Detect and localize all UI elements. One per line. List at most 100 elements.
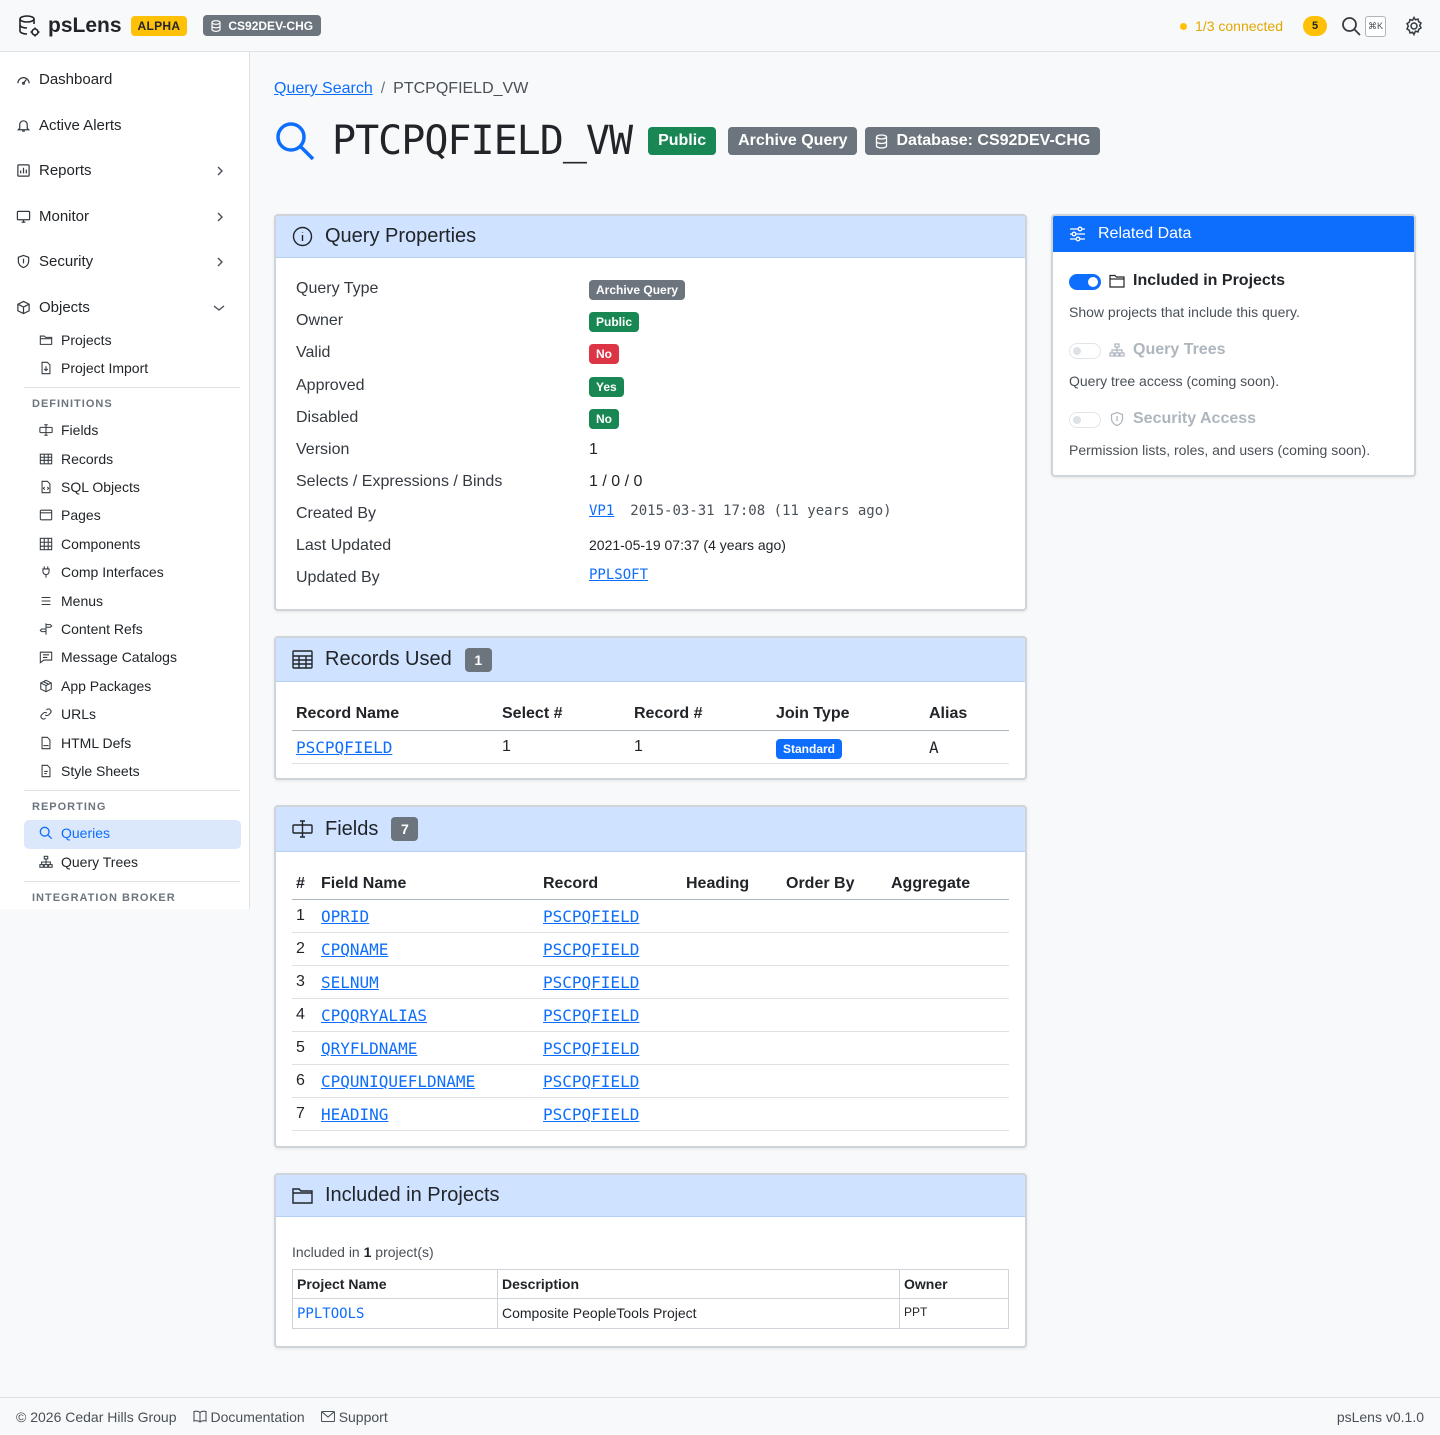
field-name-link[interactable]: SELNUM xyxy=(321,973,379,992)
folder-icon xyxy=(292,1187,325,1205)
shortcut-hint: ⌘K xyxy=(1365,15,1386,37)
valid-value-badge: No xyxy=(589,344,619,364)
sidebar-item-label: Objects xyxy=(39,299,90,316)
chevron-right-icon xyxy=(215,166,233,176)
card-title: Query Properties xyxy=(325,225,477,247)
field-name-link[interactable]: OPRID xyxy=(321,907,369,926)
record-link[interactable]: PSCPQFIELD xyxy=(543,973,639,992)
card-header: Records Used 1 xyxy=(276,638,1025,682)
sidebar-item-projects[interactable]: Projects xyxy=(39,332,112,348)
sidebar-item-pages[interactable]: Pages xyxy=(39,507,101,523)
query-type-badge: Archive Query xyxy=(728,127,858,155)
created-by-link[interactable]: VP1 xyxy=(589,503,614,519)
sidebar-item-reports[interactable]: Reports xyxy=(16,162,233,179)
connection-status[interactable]: 1/3 connected xyxy=(1180,18,1283,34)
field-name-link[interactable]: HEADING xyxy=(321,1105,388,1124)
input-cursor-icon xyxy=(292,820,325,838)
documentation-link[interactable]: Documentation xyxy=(192,1408,305,1425)
gear-icon[interactable] xyxy=(1404,16,1424,36)
sidebar-item-fields[interactable]: Fields xyxy=(39,422,98,438)
sidebar-item-objects[interactable]: Objects xyxy=(16,299,233,316)
record-link[interactable]: PSCPQFIELD xyxy=(543,907,639,926)
sidebar-item-query-trees[interactable]: Query Trees xyxy=(39,854,138,870)
property-label: Query Type xyxy=(296,280,379,297)
search-icon[interactable] xyxy=(1341,16,1362,37)
sidebar-item-queries[interactable]: Queries xyxy=(39,825,110,841)
sidebar-item-label: Comp Interfaces xyxy=(61,564,164,580)
sidebar-item-label: Project Import xyxy=(61,360,149,376)
sidebar-item-app-packages[interactable]: App Packages xyxy=(39,678,151,694)
row-number: 5 xyxy=(296,1039,305,1056)
sidebar-item-content-refs[interactable]: Content Refs xyxy=(39,621,143,637)
field-name-link[interactable]: CPQNAME xyxy=(321,940,388,959)
record-number: 1 xyxy=(634,738,643,755)
property-label: Last Updated xyxy=(296,537,392,554)
included-in-projects-toggle[interactable] xyxy=(1069,274,1101,290)
record-link[interactable]: PSCPQFIELD xyxy=(543,1039,639,1058)
column-header: Aggregate xyxy=(891,875,971,892)
field-name-link[interactable]: CPQQRYALIAS xyxy=(321,1006,427,1025)
related-item-label: Included in Projects xyxy=(1109,272,1285,290)
sidebar-item-monitor[interactable]: Monitor xyxy=(16,208,233,225)
sidebar-item-components[interactable]: Components xyxy=(39,536,140,552)
owner-value-badge: Public xyxy=(589,312,640,332)
record-name-link[interactable]: PSCPQFIELD xyxy=(296,738,392,757)
row-rule xyxy=(292,1031,1009,1032)
field-name-link[interactable]: CPQUNIQUEFLDNAME xyxy=(321,1072,475,1091)
query-trees-toggle[interactable] xyxy=(1069,343,1101,359)
sidebar-item-message-catalogs[interactable]: Message Catalogs xyxy=(39,649,177,665)
record-link[interactable]: PSCPQFIELD xyxy=(543,940,639,959)
sidebar-item-urls[interactable]: URLs xyxy=(39,706,96,722)
sidebar-item-label: Records xyxy=(61,451,114,467)
section-heading-definitions: DEFINITIONS xyxy=(32,398,113,410)
sidebar-item-style-sheets[interactable]: Style Sheets xyxy=(39,763,140,779)
page-title: PTCPQFIELD_VW xyxy=(332,118,633,164)
section-heading-reporting: REPORTING xyxy=(32,801,107,813)
column-header: Field Name xyxy=(321,875,407,892)
related-item-title: Query Trees xyxy=(1133,341,1226,358)
status-dot-icon xyxy=(1180,22,1188,30)
column-header: Alias xyxy=(929,705,968,722)
query-type-value-badge: Archive Query xyxy=(589,280,686,300)
property-label: Selects / Expressions / Binds xyxy=(296,473,503,490)
project-name-link[interactable]: PPLTOOLS xyxy=(297,1306,364,1322)
summary-suffix: project(s) xyxy=(375,1244,434,1260)
row-number: 3 xyxy=(296,973,305,990)
record-link[interactable]: PSCPQFIELD xyxy=(543,1105,639,1124)
footer: © 2026 Cedar Hills Group Documentation S… xyxy=(0,1397,1440,1435)
sidebar-item-records[interactable]: Records xyxy=(39,451,113,467)
updated-by-link[interactable]: PPLSOFT xyxy=(589,567,648,583)
sidebar-item-label: Monitor xyxy=(39,208,90,225)
record-link[interactable]: PSCPQFIELD xyxy=(543,1072,639,1091)
plug-icon xyxy=(39,565,61,579)
sidebar-item-project-import[interactable]: Project Import xyxy=(39,360,148,376)
header-rule xyxy=(292,899,1009,900)
table-icon xyxy=(39,452,61,466)
row-rule xyxy=(292,1130,1009,1131)
field-name-link[interactable]: QRYFLDNAME xyxy=(321,1039,417,1058)
record-link[interactable]: PSCPQFIELD xyxy=(543,1006,639,1025)
sidebar-item-dashboard[interactable]: Dashboard xyxy=(16,71,233,88)
breadcrumb-current: PTCPQFIELD_VW xyxy=(393,80,529,97)
sidebar-item-active-alerts[interactable]: Active Alerts xyxy=(16,117,233,134)
sidebar-item-security[interactable]: Security xyxy=(16,253,233,270)
alert-count-badge[interactable]: 5 xyxy=(1303,16,1327,36)
sidebar-item-html-defs[interactable]: HTML Defs xyxy=(39,735,131,751)
sidebar-item-label: Content Refs xyxy=(61,621,143,637)
sidebar-item-comp-interfaces[interactable]: Comp Interfaces xyxy=(39,564,164,580)
security-access-toggle[interactable] xyxy=(1069,412,1101,428)
sidebar-item-sql-objects[interactable]: SQL Objects xyxy=(39,479,140,495)
column-header: Join Type xyxy=(776,705,850,722)
sidebar-item-label: App Packages xyxy=(61,678,152,694)
support-link[interactable]: Support xyxy=(320,1409,388,1425)
row-rule xyxy=(292,998,1009,999)
column-header: Project Name xyxy=(292,1269,498,1299)
documentation-label: Documentation xyxy=(210,1408,305,1425)
brand[interactable]: psLens ALPHA xyxy=(17,14,188,38)
property-label: Owner xyxy=(296,312,344,329)
sidebar-divider xyxy=(24,881,240,882)
sidebar-item-menus[interactable]: Menus xyxy=(39,593,103,609)
header-rule xyxy=(292,730,1009,731)
database-chip[interactable]: CS92DEV-CHG xyxy=(203,15,322,36)
breadcrumb-query-search-link[interactable]: Query Search xyxy=(274,80,373,98)
